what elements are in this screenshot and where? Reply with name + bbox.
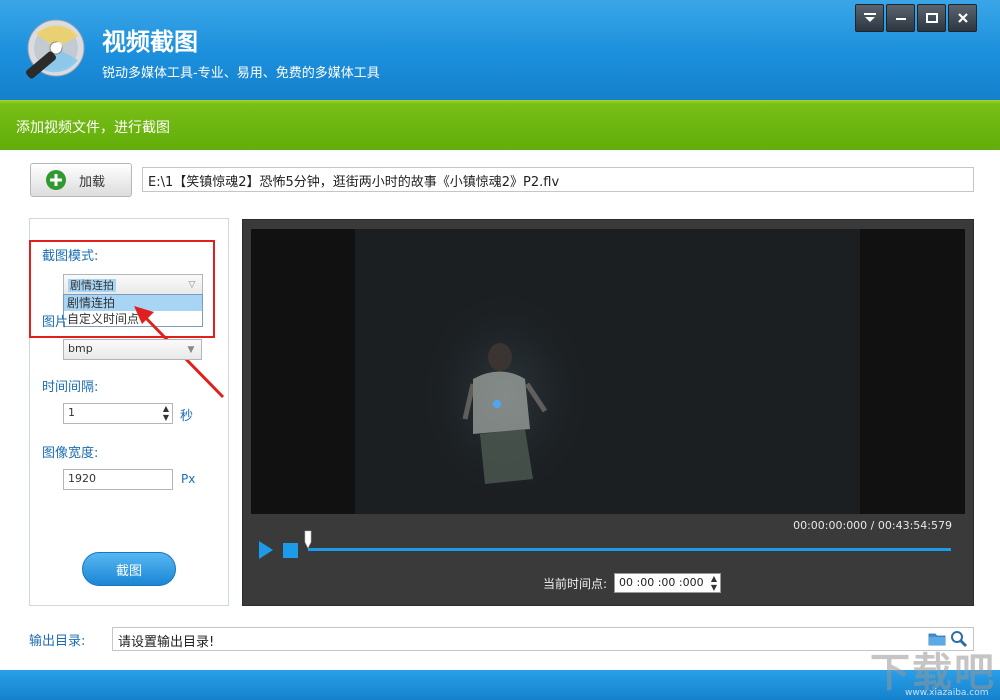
interval-unit: 秒	[180, 409, 194, 424]
image-format-select[interactable]: bmp ▼	[63, 339, 202, 360]
seek-bar[interactable]	[308, 548, 951, 551]
minimize-button[interactable]	[886, 4, 915, 32]
interval-value: 1	[68, 406, 75, 419]
video-figure-image	[415, 284, 595, 504]
app-subtitle: 锐动多媒体工具-专业、易用、免费的多媒体工具	[102, 66, 380, 81]
stop-button[interactable]	[283, 543, 298, 558]
image-width-unit: Px	[181, 472, 196, 486]
capture-button[interactable]: 截图	[82, 552, 176, 586]
menu-dropdown-button[interactable]	[855, 4, 884, 32]
step-instruction: 添加视频文件，进行截图	[16, 120, 170, 136]
chevron-down-icon: ▼	[187, 344, 195, 355]
app-title: 视频截图	[102, 28, 198, 56]
image-width-field[interactable]: 1920	[63, 469, 173, 490]
image-width-label: 图像宽度:	[42, 446, 99, 461]
stepper-arrows-icon[interactable]: ▲ ▼	[711, 574, 717, 592]
load-file-label: 加载	[79, 174, 106, 190]
app-logo-icon	[18, 16, 88, 86]
close-icon	[957, 13, 968, 23]
video-frame	[355, 229, 860, 514]
output-dir-field[interactable]: 请设置输出目录!	[112, 627, 974, 651]
maximize-icon	[925, 13, 938, 23]
current-time-stepper[interactable]: 00 :00 :00 :000 ▲ ▼	[614, 573, 721, 593]
menu-down-icon	[863, 13, 876, 22]
maximize-button[interactable]	[917, 4, 946, 32]
bottom-bar	[0, 670, 1000, 700]
output-dir-label: 输出目录:	[29, 634, 86, 649]
add-icon	[46, 170, 66, 190]
close-button[interactable]	[948, 4, 977, 32]
watermark-url: www.xiazaiba.com	[905, 688, 989, 698]
current-time-value: 00 :00 :00 :000	[619, 576, 704, 589]
file-path-field[interactable]: E:\1【笑镇惊魂2】恐怖5分钟，逛街两小时的故事《小镇惊魂2》P2.flv	[142, 167, 974, 192]
image-format-value: bmp	[68, 342, 93, 355]
window-controls	[855, 4, 977, 34]
interval-stepper[interactable]: 1 ▲ ▼	[63, 403, 173, 424]
stepper-arrows-icon[interactable]: ▲ ▼	[163, 404, 169, 422]
current-time-label: 当前时间点:	[543, 577, 608, 591]
interval-label: 时间间隔:	[42, 380, 99, 395]
load-file-button[interactable]: 加载	[30, 163, 132, 197]
play-icon[interactable]	[258, 540, 274, 560]
minimize-icon	[895, 18, 906, 20]
time-display: 00:00:00:000 / 00:43:54:579	[793, 519, 952, 532]
seek-handle[interactable]	[303, 530, 313, 550]
